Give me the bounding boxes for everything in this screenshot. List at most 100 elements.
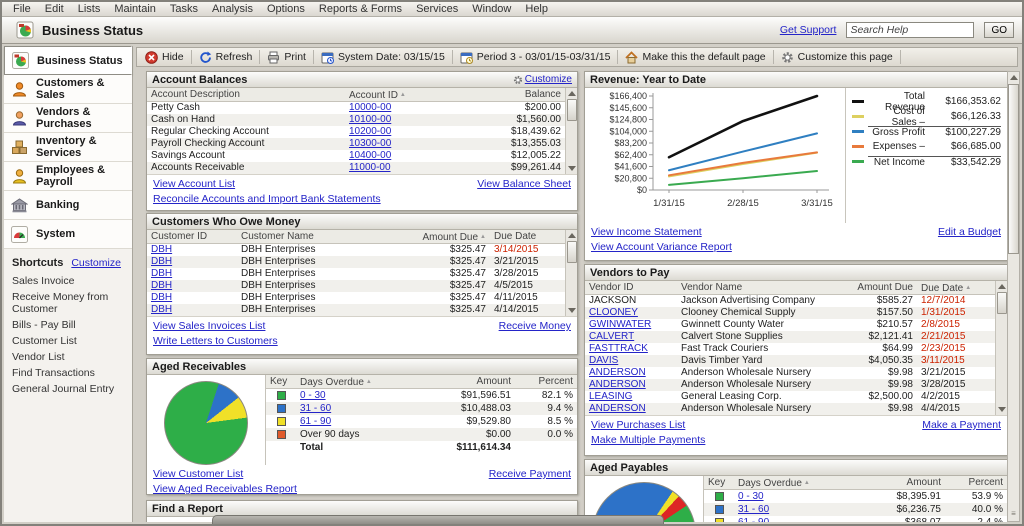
days-overdue-link[interactable]: 61 - 90 [734, 516, 835, 522]
vendor-id-link[interactable]: CLOONEY [585, 307, 677, 319]
hide-button[interactable]: Hide [140, 49, 189, 65]
make-a-payment-link[interactable]: Make a Payment [922, 419, 1001, 431]
shortcut-find-transactions[interactable]: Find Transactions [4, 365, 132, 381]
menu-lists[interactable]: Lists [71, 2, 108, 16]
customer-id-link[interactable]: DBH [147, 304, 237, 316]
customer-id-link[interactable]: DBH [147, 244, 237, 256]
menu-tasks[interactable]: Tasks [163, 2, 205, 16]
view-income-statement-link[interactable]: View Income Statement [591, 226, 702, 238]
menu-maintain[interactable]: Maintain [107, 2, 163, 16]
reconcile-accounts-link[interactable]: Reconcile Accounts and Import Bank State… [153, 193, 381, 205]
refresh-button[interactable]: Refresh [194, 49, 258, 65]
system-date-button[interactable]: System Date: 03/15/15 [316, 49, 450, 65]
sidebar-item-vendors-purchases[interactable]: Vendors & Purchases [4, 104, 132, 133]
account-balances-title: Account Balances [152, 74, 247, 86]
account-id-link[interactable]: 10200-00 [345, 126, 455, 138]
account-balances-customize-link[interactable]: Customize [525, 74, 572, 85]
vendor-id-link[interactable]: ANDERSON [585, 379, 677, 391]
menu-analysis[interactable]: Analysis [205, 2, 260, 16]
customers-owe-scrollbar[interactable] [565, 230, 577, 316]
days-overdue-link[interactable]: 61 - 90 [296, 415, 405, 428]
view-sales-invoices-link[interactable]: View Sales Invoices List [153, 320, 265, 332]
sidebar-item-employees-payroll[interactable]: Employees & Payroll [4, 162, 132, 191]
shortcut-customer-list[interactable]: Customer List [4, 333, 132, 349]
account-id-link[interactable]: 10100-00 [345, 114, 455, 126]
table-row: Over 90 days$0.000.0 % [266, 428, 577, 441]
key-color-swatch [277, 417, 286, 426]
shortcut-sales-invoice[interactable]: Sales Invoice [4, 273, 132, 289]
aged-percent: 82.1 % [515, 389, 577, 402]
view-purchases-list-link[interactable]: View Purchases List [591, 419, 685, 431]
vendor-id-link[interactable]: CALVERT [585, 331, 677, 343]
period-button[interactable]: Period 3 - 03/01/15-03/31/15 [455, 49, 616, 65]
customer-id-link[interactable]: DBH [147, 268, 237, 280]
shortcut-vendor-list[interactable]: Vendor List [4, 349, 132, 365]
default-page-button[interactable]: Make this the default page [620, 49, 770, 65]
aged-amount: $91,596.51 [405, 389, 515, 402]
customize-page-button[interactable]: Customize this page [776, 49, 898, 65]
account-balances-scrollbar[interactable] [565, 88, 577, 174]
aged-amount: $8,395.91 [835, 490, 945, 503]
menu-services[interactable]: Services [409, 2, 465, 16]
menu-file[interactable]: File [6, 2, 38, 16]
sidebar-item-customers-sales[interactable]: Customers & Sales [4, 75, 132, 104]
receive-money-link[interactable]: Receive Money [499, 320, 571, 332]
vendor-id-link[interactable]: ANDERSON [585, 367, 677, 379]
account-id-link[interactable]: 10300-00 [345, 138, 455, 150]
legend-series-name: Gross Profit [868, 126, 931, 138]
menu-reports-forms[interactable]: Reports & Forms [312, 2, 409, 16]
account-id-link[interactable]: 10000-00 [345, 102, 455, 114]
vendor-id-link[interactable]: FASTTRACK [585, 343, 677, 355]
view-customer-list-link[interactable]: View Customer List [153, 468, 243, 480]
menu-window[interactable]: Window [465, 2, 518, 16]
sidebar-item-banking[interactable]: Banking [4, 191, 132, 220]
col-account-description: Account Description [147, 88, 345, 101]
sidebar-item-inventory-services[interactable]: Inventory & Services [4, 133, 132, 162]
search-help-input[interactable] [846, 22, 974, 38]
vendor-id-link[interactable]: LEASING [585, 391, 677, 403]
go-button[interactable]: GO [984, 22, 1014, 38]
customer-id-link[interactable]: DBH [147, 292, 237, 304]
sidebar-item-system[interactable]: System [4, 220, 132, 249]
make-multiple-payments-link[interactable]: Make Multiple Payments [591, 434, 705, 446]
shortcut-receive-money-from-customer[interactable]: Receive Money from Customer [4, 289, 132, 317]
menu-help[interactable]: Help [518, 2, 555, 16]
shortcuts-customize-link[interactable]: Customize [71, 257, 121, 269]
customer-id-link[interactable]: DBH [147, 280, 237, 292]
col-key: Key [704, 476, 734, 489]
aged-receivables-report-link[interactable]: View Aged Receivables Report [153, 483, 297, 495]
view-balance-sheet-link[interactable]: View Balance Sheet [477, 178, 571, 190]
receive-payment-link[interactable]: Receive Payment [489, 468, 571, 480]
menu-edit[interactable]: Edit [38, 2, 71, 16]
vendor-id-link[interactable]: ANDERSON [585, 403, 677, 415]
page-toolbar: Hide Refresh Print System Date: 03/15/15… [136, 47, 1018, 67]
days-overdue-link[interactable]: 0 - 30 [734, 490, 835, 503]
account-id-link[interactable]: 11000-00 [345, 162, 455, 174]
edit-budget-link[interactable]: Edit a Budget [938, 226, 1001, 238]
system-date-label: System Date: 03/15/15 [338, 51, 445, 63]
days-overdue-link[interactable]: 31 - 60 [296, 402, 405, 415]
table-row: Cash on Hand10100-00$1,560.00 [147, 114, 565, 126]
legend-series-value: $100,227.29 [931, 126, 1001, 138]
get-support-link[interactable]: Get Support [780, 24, 837, 36]
days-overdue-link[interactable]: 0 - 30 [296, 389, 405, 402]
view-account-list-link[interactable]: View Account List [153, 178, 235, 190]
write-letters-link[interactable]: Write Letters to Customers [153, 335, 278, 347]
vendor-id-link[interactable]: GWINWATER [585, 319, 677, 331]
content-vertical-scrollbar[interactable]: ≡ [1007, 71, 1020, 522]
key-color-swatch [715, 505, 724, 514]
sidebar-item-business-status[interactable]: Business Status [4, 46, 132, 75]
vendor-id-link[interactable]: DAVIS [585, 355, 677, 367]
shortcut-general-journal-entry[interactable]: General Journal Entry [4, 381, 132, 397]
amount-due: $325.47 [390, 256, 490, 268]
days-overdue-link[interactable]: 31 - 60 [734, 503, 835, 516]
shortcut-bills-pay-bill[interactable]: Bills - Pay Bill [4, 317, 132, 333]
account-variance-report-link[interactable]: View Account Variance Report [591, 241, 732, 253]
account-id-link[interactable]: 10400-00 [345, 150, 455, 162]
menu-options[interactable]: Options [260, 2, 312, 16]
print-button[interactable]: Print [262, 49, 311, 65]
amount-due: $64.99 [825, 343, 917, 355]
legend-swatch [852, 145, 864, 148]
vendors-scrollbar[interactable] [995, 281, 1007, 415]
customer-id-link[interactable]: DBH [147, 256, 237, 268]
